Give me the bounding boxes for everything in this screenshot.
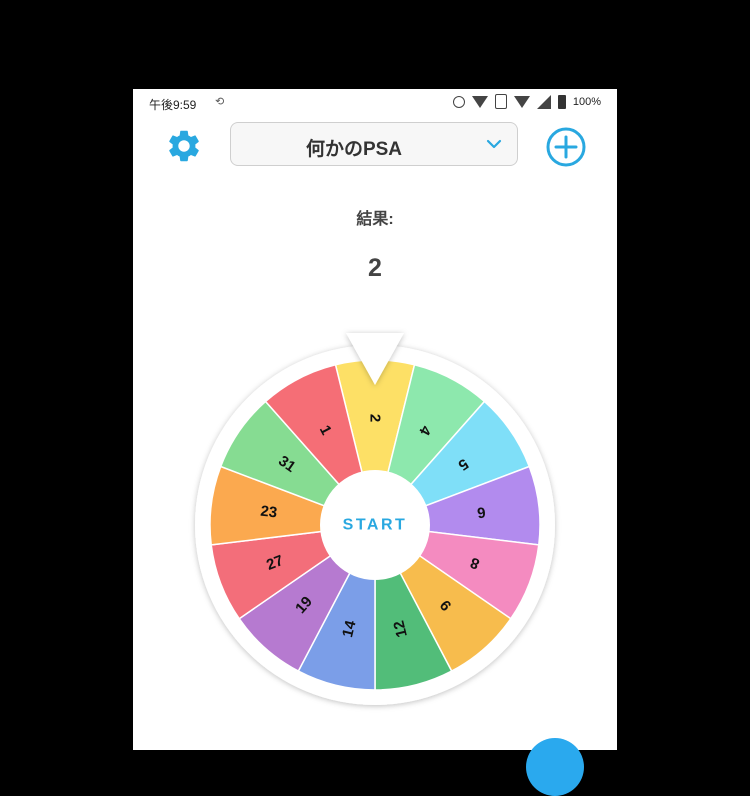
start-button-label: START (343, 517, 408, 534)
spin-wheel[interactable]: 2456891214192723311START (133, 89, 617, 750)
wheel-segment-label: 23 (259, 503, 278, 522)
floating-action-button[interactable] (526, 738, 584, 796)
phone-screen: 午後9:59 ⟲ 100% 何かのPSA 結果: 2 2 4 5 6 8 9 12 14 19 2… (133, 89, 617, 750)
wheel-segment-label: 2 (367, 414, 384, 422)
